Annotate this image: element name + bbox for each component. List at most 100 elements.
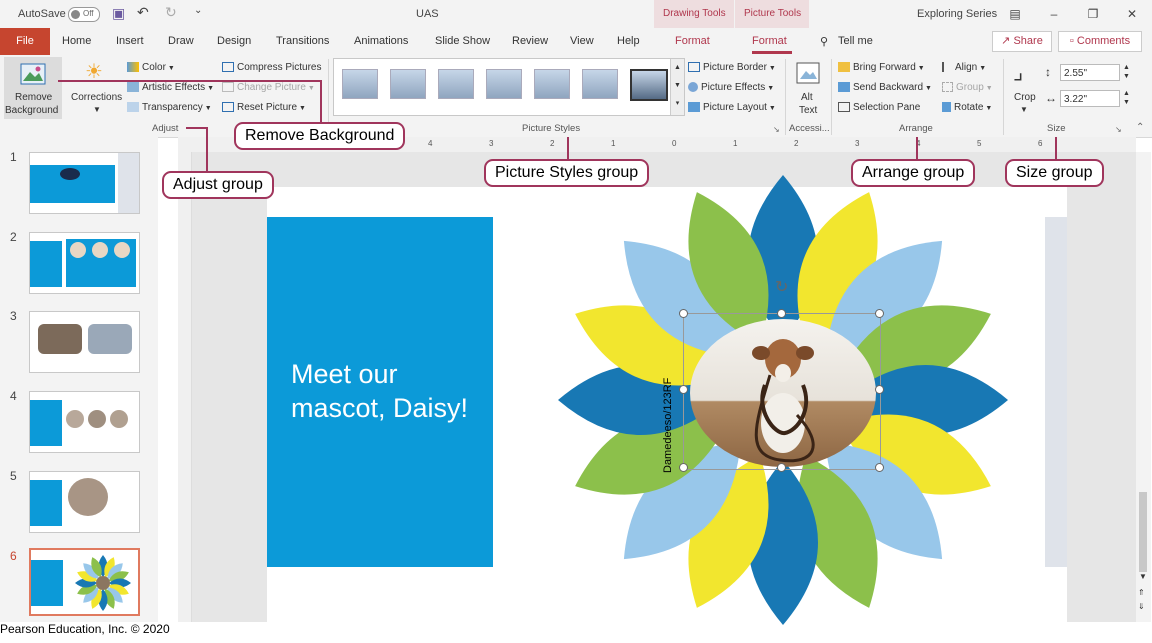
- redo-icon[interactable]: ↻: [165, 4, 177, 21]
- dropdown-arrow-icon: ▼: [205, 85, 215, 92]
- slide-title[interactable]: Meet our mascot, Daisy!: [291, 357, 468, 425]
- send-backward-button[interactable]: Send Backward ▼: [838, 81, 932, 93]
- height-field[interactable]: 2.55": [1060, 64, 1120, 81]
- compress-pictures-button[interactable]: Compress Pictures: [222, 61, 321, 73]
- ribbon-display-icon[interactable]: ▤: [1004, 4, 1026, 24]
- resize-handle[interactable]: [679, 309, 688, 318]
- group-divider: [785, 59, 786, 135]
- customize-qat-icon[interactable]: ⌄: [194, 5, 202, 16]
- restore-icon[interactable]: ❐: [1082, 4, 1104, 24]
- slide-thumb-4[interactable]: [29, 391, 140, 453]
- rotate-button[interactable]: Rotate ▼: [942, 101, 992, 113]
- picture-border-button[interactable]: Picture Border ▼: [688, 61, 776, 73]
- ribbon: Remove Background ☀ Corrections ▼ Color …: [0, 55, 1152, 138]
- tab-help[interactable]: Help: [617, 35, 640, 47]
- picture-style-thumb[interactable]: [582, 69, 618, 99]
- tab-review[interactable]: Review: [512, 35, 548, 47]
- selection-pane-button[interactable]: Selection Pane: [838, 101, 920, 113]
- corrections-button[interactable]: ☀ Corrections ▼: [68, 57, 123, 119]
- save-icon[interactable]: ▣: [112, 5, 125, 22]
- search-icon[interactable]: ⚲: [820, 35, 828, 48]
- scroll-down-icon[interactable]: ▼: [1139, 572, 1147, 581]
- slide-thumb-1[interactable]: [29, 152, 140, 214]
- share-button[interactable]: ↗ Share: [992, 31, 1052, 52]
- alt-text-button[interactable]: Alt Text: [790, 57, 826, 119]
- tab-format-picture[interactable]: Format: [752, 35, 787, 47]
- resize-handle[interactable]: [875, 463, 884, 472]
- width-field[interactable]: 3.22": [1060, 90, 1120, 107]
- picture-layout-label: Picture Layout: [703, 102, 767, 113]
- artistic-effects-button[interactable]: Artistic Effects ▼: [127, 81, 214, 93]
- gallery-scroll[interactable]: ▲ ▼ ▾: [670, 59, 684, 115]
- tab-insert[interactable]: Insert: [116, 35, 144, 47]
- shape-height-icon: ↕: [1045, 65, 1051, 79]
- bring-forward-button[interactable]: Bring Forward ▼: [838, 61, 925, 73]
- title-bar: AutoSave Off ▣ ↶ ↻ ⌄ UAS Drawing Tools P…: [0, 0, 1152, 28]
- group-button[interactable]: Group ▼: [942, 81, 993, 93]
- resize-handle[interactable]: [777, 463, 786, 472]
- crop-button[interactable]: ⌟ Crop ▼: [1008, 57, 1040, 119]
- change-picture-button[interactable]: Change Picture ▼: [222, 81, 315, 93]
- picture-layout-button[interactable]: Picture Layout ▼: [688, 101, 776, 113]
- dropdown-arrow-icon: ▼: [93, 105, 101, 114]
- picture-style-thumb[interactable]: [390, 69, 426, 99]
- vertical-scrollbar[interactable]: ▼ ⇑ ⇓: [1136, 152, 1151, 622]
- tab-draw[interactable]: Draw: [168, 35, 194, 47]
- callout-leader: [206, 127, 208, 171]
- rotate-handle-icon[interactable]: ↻: [775, 277, 788, 297]
- minimize-icon[interactable]: –: [1043, 4, 1065, 24]
- tab-format-drawing[interactable]: Format: [675, 35, 710, 47]
- dropdown-arrow-icon: ▼: [915, 65, 925, 72]
- tab-view[interactable]: View: [570, 35, 594, 47]
- resize-handle[interactable]: [777, 309, 786, 318]
- blue-title-box[interactable]: Meet our mascot, Daisy!: [267, 217, 493, 567]
- tab-design[interactable]: Design: [217, 35, 251, 47]
- align-button[interactable]: Align ▼: [942, 61, 986, 73]
- reset-picture-button[interactable]: Reset Picture ▼: [222, 101, 306, 113]
- reset-picture-label: Reset Picture: [237, 102, 298, 113]
- width-spinner[interactable]: ▲ ▼: [1123, 89, 1130, 107]
- collapse-ribbon-icon[interactable]: ⌃: [1136, 122, 1144, 133]
- previous-slide-icon[interactable]: ⇑: [1138, 588, 1145, 597]
- transparency-button[interactable]: Transparency ▼: [127, 101, 212, 113]
- next-slide-icon[interactable]: ⇓: [1138, 602, 1145, 611]
- tab-file[interactable]: File: [0, 28, 50, 55]
- tab-animations[interactable]: Animations: [354, 35, 408, 47]
- picture-tools-label: Picture Tools: [744, 8, 802, 19]
- close-icon[interactable]: ✕: [1121, 4, 1143, 24]
- picture-style-thumb[interactable]: [534, 69, 570, 99]
- picture-style-thumb[interactable]: [438, 69, 474, 99]
- dropdown-arrow-icon: ▼: [766, 65, 776, 72]
- slide-thumb-2[interactable]: [29, 232, 140, 294]
- remove-background-button[interactable]: Remove Background: [4, 57, 62, 119]
- color-button[interactable]: Color ▼: [127, 61, 175, 73]
- tab-home[interactable]: Home: [62, 35, 91, 47]
- resize-handle[interactable]: [875, 309, 884, 318]
- thumb-blue-box: [30, 241, 62, 287]
- size-group-label: Size: [1047, 123, 1066, 134]
- scroll-thumb[interactable]: [1139, 492, 1147, 572]
- picture-style-thumb[interactable]: [342, 69, 378, 99]
- resize-handle[interactable]: [875, 385, 884, 394]
- thumb-circle: [92, 242, 108, 258]
- undo-icon[interactable]: ↶: [137, 4, 149, 21]
- picture-style-thumb-selected[interactable]: [630, 69, 668, 101]
- tab-slide-show[interactable]: Slide Show: [435, 35, 490, 47]
- autosave-toggle[interactable]: Off: [68, 7, 100, 22]
- tab-transitions[interactable]: Transitions: [276, 35, 329, 47]
- comments-button[interactable]: ▫ Comments: [1058, 31, 1142, 52]
- thumb-flower: [75, 555, 131, 611]
- slide-thumb-3[interactable]: [29, 311, 140, 373]
- dialog-launcher-icon[interactable]: ↘: [1115, 125, 1122, 134]
- picture-styles-gallery[interactable]: ▲ ▼ ▾: [333, 58, 685, 116]
- picture-effects-button[interactable]: Picture Effects ▼: [688, 81, 774, 93]
- height-spinner[interactable]: ▲ ▼: [1123, 63, 1130, 81]
- slide[interactable]: Meet our mascot, Daisy! ↻ Damedeeso/123R…: [267, 175, 1067, 627]
- account-name[interactable]: Exploring Series: [917, 8, 997, 20]
- dialog-launcher-icon[interactable]: ↘: [773, 125, 780, 134]
- tell-me-search[interactable]: Tell me: [838, 35, 873, 47]
- picture-style-thumb[interactable]: [486, 69, 522, 99]
- slide-thumb-6[interactable]: [29, 548, 140, 616]
- dog-photo[interactable]: [683, 313, 881, 470]
- slide-thumb-5[interactable]: [29, 471, 140, 533]
